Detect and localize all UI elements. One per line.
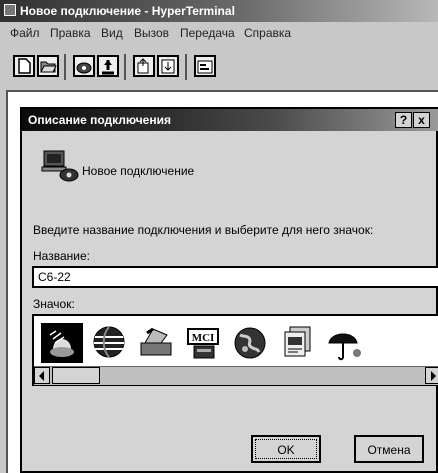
phone-dial-icon[interactable] <box>73 55 95 77</box>
menu-edit[interactable]: Правка <box>50 26 91 40</box>
send-file-icon[interactable] <box>133 55 155 77</box>
name-input[interactable] <box>32 266 438 288</box>
phone-with-modem-icon[interactable] <box>135 323 177 363</box>
globe-icon[interactable] <box>88 323 130 363</box>
name-label: Название: <box>33 249 90 263</box>
properties-icon[interactable] <box>194 55 216 77</box>
menu-bar: Файл Правка Вид Вызов Передача Справка <box>0 22 438 46</box>
dialog-title: Описание подключения <box>28 113 171 127</box>
menu-help[interactable]: Справка <box>244 26 291 40</box>
help-button[interactable]: ? <box>395 112 412 128</box>
hyperterminal-app-icon <box>4 4 16 16</box>
toolbar <box>0 46 438 88</box>
earth-icon[interactable] <box>229 323 271 363</box>
connection-header-icon <box>41 150 79 182</box>
menu-view[interactable]: Вид <box>101 26 123 40</box>
window-title: Новое подключение - HyperTerminal <box>20 4 235 18</box>
connection-description-dialog: Описание подключения ? x Новое подключен… <box>20 107 438 473</box>
ok-button[interactable]: OK <box>251 435 321 463</box>
close-button[interactable]: x <box>413 112 430 128</box>
scroll-thumb[interactable] <box>52 367 100 384</box>
telephone-icon[interactable] <box>41 323 83 363</box>
icon-list-scrollbar[interactable] <box>34 366 438 385</box>
new-document-icon[interactable] <box>13 55 35 77</box>
icon-label: Значок: <box>33 297 75 311</box>
scroll-left-arrow-icon[interactable] <box>34 367 50 384</box>
disconnect-icon[interactable] <box>97 55 119 77</box>
receive-file-icon[interactable] <box>157 55 179 77</box>
icon-list[interactable]: MCI <box>32 314 438 386</box>
main-titlebar: Новое подключение - HyperTerminal <box>0 0 438 22</box>
mci-icon-text: MCI <box>192 332 215 344</box>
menu-call[interactable]: Вызов <box>134 26 169 40</box>
mci-icon[interactable]: MCI <box>182 323 224 363</box>
connection-header-text: Новое подключение <box>82 164 195 178</box>
scroll-right-arrow-icon[interactable] <box>425 367 438 384</box>
umbrella-icon[interactable] <box>323 323 365 363</box>
instruction-text: Введите название подключения и выберите … <box>33 223 374 237</box>
open-folder-icon[interactable] <box>37 55 59 77</box>
dialog-titlebar: Описание подключения ? x <box>22 109 438 131</box>
menu-file[interactable]: Файл <box>10 26 40 40</box>
cancel-button[interactable]: Отмена <box>354 435 424 463</box>
menu-transfer[interactable]: Передача <box>180 26 235 40</box>
stacked-documents-icon[interactable] <box>276 323 318 363</box>
